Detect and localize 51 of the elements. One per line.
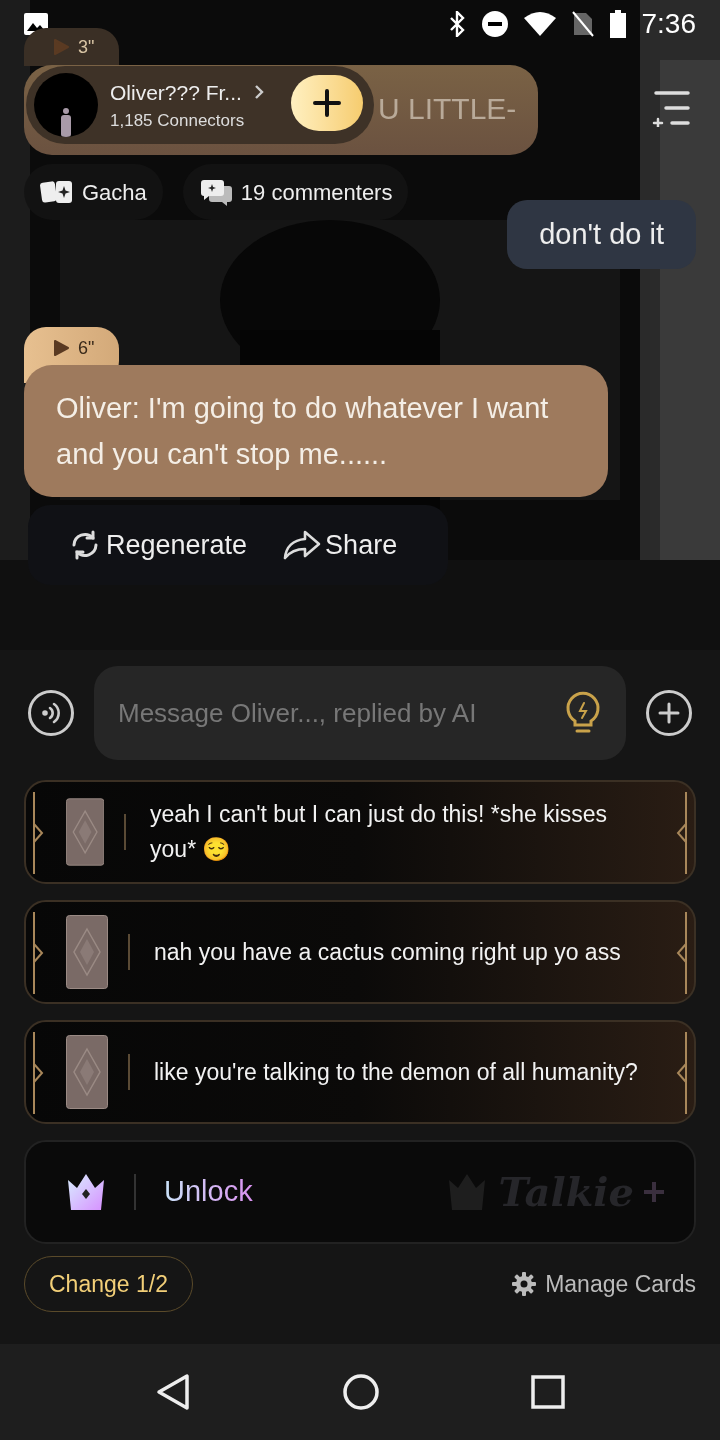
home-icon [342,1373,380,1411]
share-arrow-icon [283,529,322,561]
reply-text: like you're talking to the demon of all humanity? [154,1057,638,1087]
character-message-bubble: Oliver: I'm going to do whatever I want and you can't stop me...... [24,365,608,497]
add-button[interactable] [646,690,692,736]
play-icon [52,339,70,357]
tarot-card-icon [66,795,105,869]
reply-card[interactable]: yeah I can't but I can just do this! *she kisses you* 😌 [24,780,696,884]
reply-card[interactable]: like you're talking to the demon of all humanity? [24,1020,696,1124]
message-text: U LITTLE- [378,94,517,124]
chevron-right-icon [253,84,264,101]
action-button[interactable]: Share [283,524,398,566]
reply-text: nah you have a cactus coming right up yo ass [154,937,621,967]
duration-tag[interactable]: 3" [24,28,119,66]
crown-icon [66,1172,106,1212]
user-message-bubble: don't do it [507,200,696,269]
bluetooth-icon [447,11,466,37]
recents-icon [530,1375,565,1409]
menu-icon [652,89,690,127]
chip-button[interactable]: 19 commenters [182,164,409,220]
reply-text: yeah I can't but I can just do this! *she kisses you* 😌 [150,800,609,864]
voice-button[interactable] [28,690,74,736]
action-button[interactable]: Regenerate [68,524,248,566]
settings-icon [511,1271,538,1297]
character-name: Oliver??? Fr... [110,79,242,106]
back-button[interactable] [155,1373,192,1411]
chip-button[interactable]: Gacha [24,164,163,220]
figure-icon [59,107,73,137]
home-button[interactable] [342,1373,380,1411]
connector-count: 1,185 Connectors [110,110,246,132]
tarot-card-icon [66,1035,108,1109]
lightbulb-icon[interactable] [564,691,602,735]
clock-time: 7:36 [641,7,696,41]
recents-button[interactable] [530,1375,565,1409]
cards-icon [40,178,74,206]
back-icon [155,1373,192,1411]
message-input[interactable]: Message Oliver..., replied by AI [118,693,564,733]
play-icon [52,38,70,56]
plus-icon [642,1180,666,1204]
tarot-card-icon [66,915,108,989]
message-field[interactable]: Message Oliver..., replied by AI [94,666,626,760]
reply-card[interactable]: nah you have a cactus coming right up yo ass [24,900,696,1004]
sound-wave-icon [40,702,62,724]
no-sim-icon [571,11,594,37]
do-not-disturb-icon [481,11,508,37]
plus-icon [658,702,680,724]
manage-cards-button[interactable]: Manage Cards [511,1266,696,1302]
wifi-icon [523,12,556,36]
plus-icon [313,89,341,117]
menu-button[interactable] [652,88,692,128]
chat-bubbles-icon [198,178,233,206]
